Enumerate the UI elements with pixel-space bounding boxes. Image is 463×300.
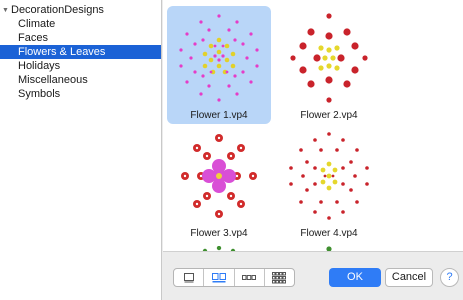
design-tile-label: Flower 4.vp4 bbox=[300, 228, 358, 239]
disclosure-triangle-icon[interactable]: ▼ bbox=[2, 4, 11, 18]
tree-item-faces[interactable]: Faces bbox=[0, 31, 161, 45]
tree-item-climate[interactable]: Climate bbox=[0, 17, 161, 31]
design-tile-partial-5[interactable] bbox=[167, 242, 271, 251]
flower-1-thumbnail bbox=[179, 14, 259, 102]
two-column-grid-icon bbox=[211, 272, 226, 282]
design-tile-label: Flower 1.vp4 bbox=[190, 110, 248, 121]
dialog-footer: OK Cancel ? bbox=[163, 251, 463, 300]
view-mode-segmented-control bbox=[173, 268, 295, 287]
design-tile-flower-1[interactable]: Flower 1.vp4 bbox=[167, 6, 271, 124]
ok-button[interactable]: OK bbox=[329, 268, 381, 287]
tree-item-label: Climate bbox=[18, 18, 56, 30]
three-column-grid-icon bbox=[242, 274, 257, 280]
cancel-button[interactable]: Cancel bbox=[385, 268, 433, 287]
design-tile-flower-4[interactable]: Flower 4.vp4 bbox=[277, 124, 381, 242]
tree-item-holidays[interactable]: Holidays bbox=[0, 59, 161, 73]
flower-3-thumbnail bbox=[181, 134, 257, 218]
view-mode-four-column-button[interactable] bbox=[265, 269, 294, 286]
view-mode-two-column-button[interactable] bbox=[204, 269, 235, 286]
tree-item-label: Holidays bbox=[18, 60, 61, 72]
tree-item-label: Flowers & Leaves bbox=[18, 46, 106, 58]
tree-item-label: Miscellaneous bbox=[18, 74, 88, 86]
design-tile-label: Flower 3.vp4 bbox=[190, 228, 248, 239]
tree-item-label: Faces bbox=[18, 32, 48, 44]
tree-root-label: DecorationDesigns bbox=[11, 4, 104, 16]
design-tile-flower-3[interactable]: Flower 3.vp4 bbox=[167, 124, 271, 242]
help-icon: ? bbox=[446, 271, 453, 283]
design-tile-partial-6[interactable] bbox=[277, 242, 381, 251]
view-mode-single-button[interactable] bbox=[174, 269, 205, 286]
tree-item-symbols[interactable]: Symbols bbox=[0, 87, 161, 101]
view-mode-three-column-button[interactable] bbox=[235, 269, 265, 286]
category-sidebar: ▼ DecorationDesigns Climate Faces Flowers… bbox=[0, 0, 162, 300]
tree-item-decoration-designs[interactable]: ▼ DecorationDesigns bbox=[0, 3, 163, 17]
single-view-icon bbox=[183, 272, 194, 282]
tree-item-flowers-leaves[interactable]: Flowers & Leaves bbox=[0, 45, 161, 59]
four-column-grid-icon bbox=[272, 271, 287, 283]
design-tile-label: Flower 2.vp4 bbox=[300, 110, 358, 121]
tree-item-label: Symbols bbox=[18, 88, 61, 100]
tree-item-miscellaneous[interactable]: Miscellaneous bbox=[0, 73, 161, 87]
flower-4-thumbnail bbox=[289, 132, 369, 220]
design-tile-flower-2[interactable]: Flower 2.vp4 bbox=[277, 6, 381, 124]
design-browser: Flower 1.vp4 Flower 2.vp4 Flower 3.vp4 F… bbox=[163, 0, 463, 251]
help-button[interactable]: ? bbox=[440, 268, 459, 287]
flower-2-thumbnail bbox=[290, 13, 368, 103]
